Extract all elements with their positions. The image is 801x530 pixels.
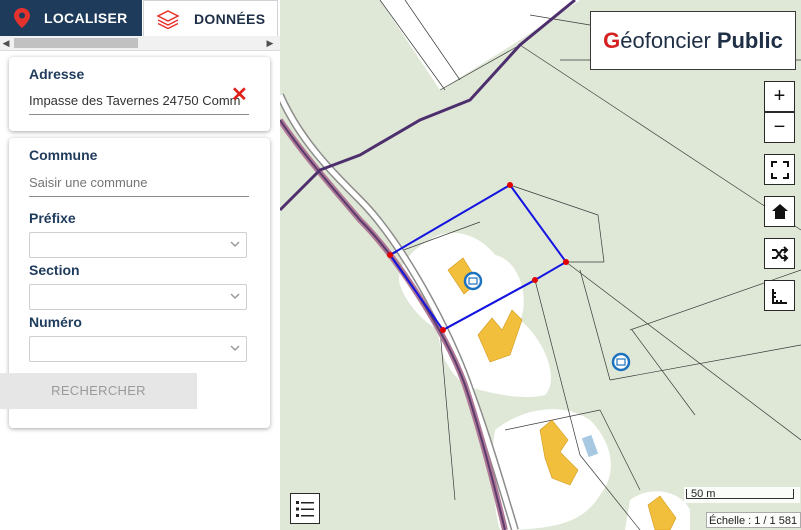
- section-select[interactable]: [29, 284, 247, 310]
- scroll-thumb[interactable]: [14, 38, 138, 48]
- logo-suffix: Public: [716, 27, 783, 53]
- address-input[interactable]: Impasse des Tavernes 24750 Comm: [29, 93, 249, 108]
- horizontal-scrollbar[interactable]: ◀ ▶: [0, 36, 280, 51]
- commune-underline: [29, 196, 249, 197]
- prefix-select[interactable]: [29, 232, 247, 258]
- geofoncier-logo: Géofoncier Public: [590, 11, 796, 70]
- home-icon: [771, 203, 788, 219]
- address-label: Adresse: [29, 66, 85, 82]
- info-marker-icon[interactable]: [463, 271, 483, 291]
- tab-donnees-label: DONNÉES: [194, 10, 266, 27]
- chevron-down-icon: [230, 241, 240, 248]
- list-icon: [296, 500, 314, 517]
- measure-button[interactable]: [764, 280, 795, 311]
- zoom-out-button[interactable]: −: [764, 112, 795, 143]
- tab-localiser-label: LOCALISER: [44, 10, 128, 26]
- address-card: Adresse Impasse des Tavernes 24750 Comm …: [9, 57, 270, 131]
- numero-label: Numéro: [29, 314, 82, 330]
- ruler-icon: [771, 288, 787, 304]
- numero-select[interactable]: [29, 336, 247, 362]
- tab-donnees[interactable]: DONNÉES: [143, 0, 278, 36]
- search-button[interactable]: RECHERCHER: [0, 373, 197, 409]
- layers-icon: [156, 9, 180, 29]
- commune-input[interactable]: Saisir une commune: [29, 175, 249, 190]
- fullscreen-button[interactable]: [764, 154, 795, 185]
- home-button[interactable]: [764, 196, 795, 227]
- chevron-down-icon: [230, 345, 240, 352]
- shuffle-icon: [771, 245, 788, 262]
- fullscreen-icon: [770, 160, 789, 179]
- legend-button[interactable]: [290, 493, 320, 524]
- scale-bar: 50 m: [684, 487, 800, 503]
- logo-name: éofoncier: [620, 27, 711, 53]
- map-pin-icon: [14, 8, 30, 28]
- scale-ratio: Échelle : 1 / 1 581: [706, 512, 801, 528]
- tab-localiser[interactable]: LOCALISER: [0, 0, 142, 36]
- info-marker-icon[interactable]: [611, 352, 631, 372]
- chevron-down-icon: [230, 293, 240, 300]
- scroll-left-icon[interactable]: ◀: [0, 36, 12, 50]
- address-underline: [29, 114, 249, 115]
- random-button[interactable]: [764, 238, 795, 269]
- logo-letter: G: [603, 27, 621, 53]
- scroll-right-icon[interactable]: ▶: [264, 36, 276, 50]
- clear-address-icon[interactable]: ✕: [231, 85, 248, 105]
- tab-bar: LOCALISER DONNÉES: [0, 0, 280, 36]
- search-panel: LOCALISER DONNÉES ◀ ▶ Adresse Impasse de…: [0, 0, 280, 530]
- scale-bar-label: 50 m: [686, 489, 794, 500]
- prefix-label: Préfixe: [29, 210, 76, 226]
- section-label: Section: [29, 262, 80, 278]
- commune-label: Commune: [29, 147, 98, 163]
- zoom-out-label: −: [773, 116, 786, 138]
- zoom-in-label: +: [773, 85, 786, 107]
- zoom-in-button[interactable]: +: [764, 81, 795, 112]
